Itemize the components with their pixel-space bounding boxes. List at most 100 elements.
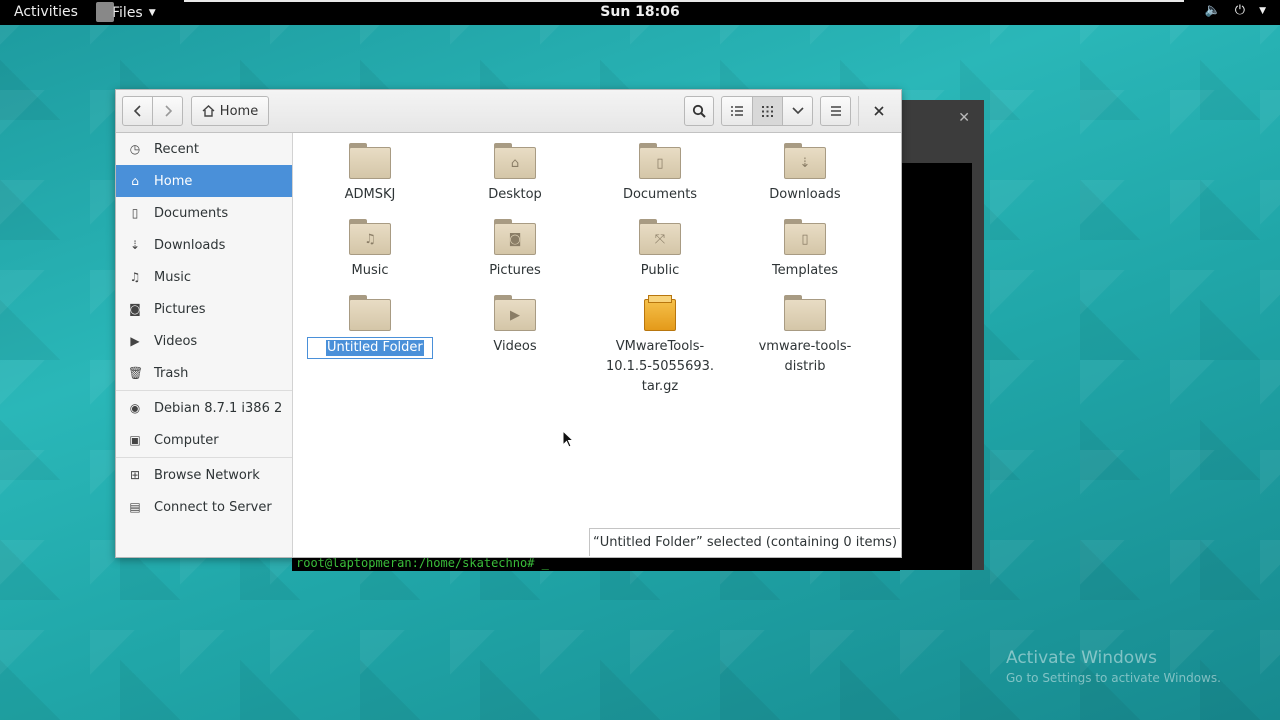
file-item-label-line: tar.gz <box>641 379 679 394</box>
sidebar-item-label: Downloads <box>154 237 226 253</box>
files-app-icon <box>96 2 114 22</box>
sidebar-item-label: Music <box>154 269 191 285</box>
file-item-label: Documents <box>622 187 698 202</box>
sidebar-item-label: Home <box>154 173 193 189</box>
file-item-label: Public <box>640 263 680 278</box>
sidebar-item-recent[interactable]: ◷ Recent <box>116 133 292 165</box>
home-icon: ⌂ <box>131 174 139 188</box>
home-path-button[interactable]: Home <box>191 96 269 126</box>
file-item-music[interactable]: ♫ Music <box>305 219 435 281</box>
sidebar-item-downloads[interactable]: ⇣ Downloads <box>116 229 292 261</box>
sidebar-item-label: Connect to Server <box>154 499 272 515</box>
rename-field-selected-text: Untitled Folder <box>326 340 424 356</box>
file-item-documents[interactable]: ▯ Documents <box>595 143 725 205</box>
file-item-videos[interactable]: ▶ Videos <box>450 295 580 357</box>
power-icon[interactable]: ⏻ <box>1235 3 1245 18</box>
top-bar: Activities Files ▼ Sun 18:06 🔈 ⏻ ▼ <box>0 0 1280 25</box>
file-item-vmware-tools-distrib[interactable]: vmware-tools- distrib <box>740 295 870 377</box>
menu-button[interactable] <box>820 96 851 126</box>
app-menu[interactable]: Files ▼ <box>96 0 164 25</box>
volume-icon[interactable]: 🔈 <box>1205 3 1221 18</box>
sidebar-item-music[interactable]: ♫ Music <box>116 261 292 293</box>
file-item-label: Music <box>351 263 389 278</box>
file-item-desktop[interactable]: ⌂ Desktop <box>450 143 580 205</box>
clock[interactable]: Sun 18:06 <box>0 4 1280 20</box>
file-item-label: Desktop <box>488 187 542 202</box>
file-item-label-line: vmware-tools- <box>758 339 852 354</box>
folder-music-icon: ♫ <box>349 219 391 255</box>
trash-icon: 🗑 <box>128 366 144 380</box>
file-item-public[interactable]: ⤧ Public <box>595 219 725 281</box>
status-bar: “Untitled Folder” selected (containing 0… <box>589 528 900 556</box>
server-icon: ▤ <box>129 500 141 514</box>
sidebar-item-videos[interactable]: ▶ Videos <box>116 325 292 357</box>
folder-public-icon: ⤧ <box>639 219 681 255</box>
file-item-pictures[interactable]: ◙ Pictures <box>450 219 580 281</box>
forward-button[interactable] <box>152 96 183 126</box>
search-icon <box>692 104 706 118</box>
chevron-left-icon <box>133 105 141 117</box>
terminal-prompt: root@laptopmeran:/home/skatechno# _ <box>296 556 549 570</box>
sidebar-item-documents[interactable]: ▯ Documents <box>116 197 292 229</box>
sidebar-item-browse-network[interactable]: ⊞ Browse Network <box>116 459 292 491</box>
rename-field[interactable]: Untitled Folder <box>307 337 433 359</box>
file-item-vmwaretools-archive[interactable]: VMwareTools- 10.1.5-5055693. tar.gz <box>595 295 725 397</box>
file-item-admskj[interactable]: ADMSKJ <box>305 143 435 205</box>
file-item-label: Videos <box>493 339 537 354</box>
chevron-right-icon <box>164 105 172 117</box>
sidebar-item-connect-to-server[interactable]: ▤ Connect to Server <box>116 491 292 523</box>
system-tray[interactable]: 🔈 ⏻ ▼ <box>1205 3 1266 18</box>
file-icon-grid[interactable]: ADMSKJ ⌂ Desktop ▯ Documents ⇣ Downloads… <box>293 133 901 557</box>
sidebar-item-computer[interactable]: ▣ Computer <box>116 424 292 456</box>
header-bar: Home <box>116 90 901 133</box>
grid-view-button[interactable] <box>752 96 783 126</box>
home-path-label: Home <box>219 103 259 119</box>
sidebar-item-home[interactable]: ⌂ Home <box>116 165 292 197</box>
list-view-button[interactable] <box>721 96 753 126</box>
music-icon: ♫ <box>129 270 141 284</box>
sidebar-separator <box>116 457 292 458</box>
file-item-label: Pictures <box>489 263 541 278</box>
file-item-untitled-folder[interactable]: Untitled Folder <box>305 295 435 363</box>
file-item-label-line: distrib <box>784 359 826 374</box>
terminal-close-icon[interactable]: ✕ <box>958 110 970 126</box>
folder-documents-icon: ▯ <box>639 143 681 179</box>
sidebar: ◷ Recent ⌂ Home ▯ Documents ⇣ Downloads … <box>116 133 293 557</box>
search-button[interactable] <box>684 96 714 126</box>
app-menu-label: Files <box>112 4 143 21</box>
folder-desktop-icon: ⌂ <box>494 143 536 179</box>
activities-button[interactable]: Activities <box>14 4 78 20</box>
sidebar-item-trash[interactable]: 🗑 Trash <box>116 357 292 389</box>
sidebar-item-label: Recent <box>154 141 199 157</box>
video-icon: ▶ <box>130 334 140 348</box>
file-item-templates[interactable]: ▯ Templates <box>740 219 870 281</box>
sidebar-item-pictures[interactable]: ◙ Pictures <box>116 293 292 325</box>
activation-watermark: Activate Windows Go to Settings to activ… <box>1006 648 1221 685</box>
file-item-label: VMwareTools- 10.1.5-5055693. tar.gz <box>595 337 725 397</box>
file-item-downloads[interactable]: ⇣ Downloads <box>740 143 870 205</box>
terminal-window[interactable]: ✕ <box>900 100 984 570</box>
dropdown-arrow-icon[interactable]: ▼ <box>1259 6 1266 16</box>
computer-icon: ▣ <box>129 433 141 447</box>
download-icon: ⇣ <box>129 238 141 252</box>
terminal-visible-strip[interactable]: root@laptopmeran:/home/skatechno# _ <box>292 556 900 571</box>
file-item-label: Templates <box>771 263 839 278</box>
header-separator <box>858 96 859 126</box>
home-icon <box>202 105 215 117</box>
view-options-button[interactable] <box>782 96 813 126</box>
watermark-subtitle: Go to Settings to activate Windows. <box>1006 671 1221 685</box>
files-window[interactable]: Home ◷ Recent ⌂ Home ▯ Documents ⇣ Downl… <box>115 89 902 558</box>
terminal-screen[interactable] <box>900 163 972 570</box>
disc-icon: ◉ <box>129 401 141 415</box>
sidebar-item-debian-disc[interactable]: ◉ Debian 8.7.1 i386 2 <box>116 392 292 424</box>
hamburger-menu-icon <box>830 106 841 116</box>
file-item-label-line: 10.1.5-5055693. <box>605 359 715 374</box>
chevron-down-icon <box>791 107 804 115</box>
sidebar-item-label: Documents <box>154 205 229 221</box>
close-icon <box>874 106 884 116</box>
close-window-button[interactable] <box>865 96 893 126</box>
back-button[interactable] <box>122 96 153 126</box>
folder-icon <box>784 295 826 331</box>
folder-pictures-icon: ◙ <box>494 219 536 255</box>
watermark-title: Activate Windows <box>1006 648 1157 668</box>
